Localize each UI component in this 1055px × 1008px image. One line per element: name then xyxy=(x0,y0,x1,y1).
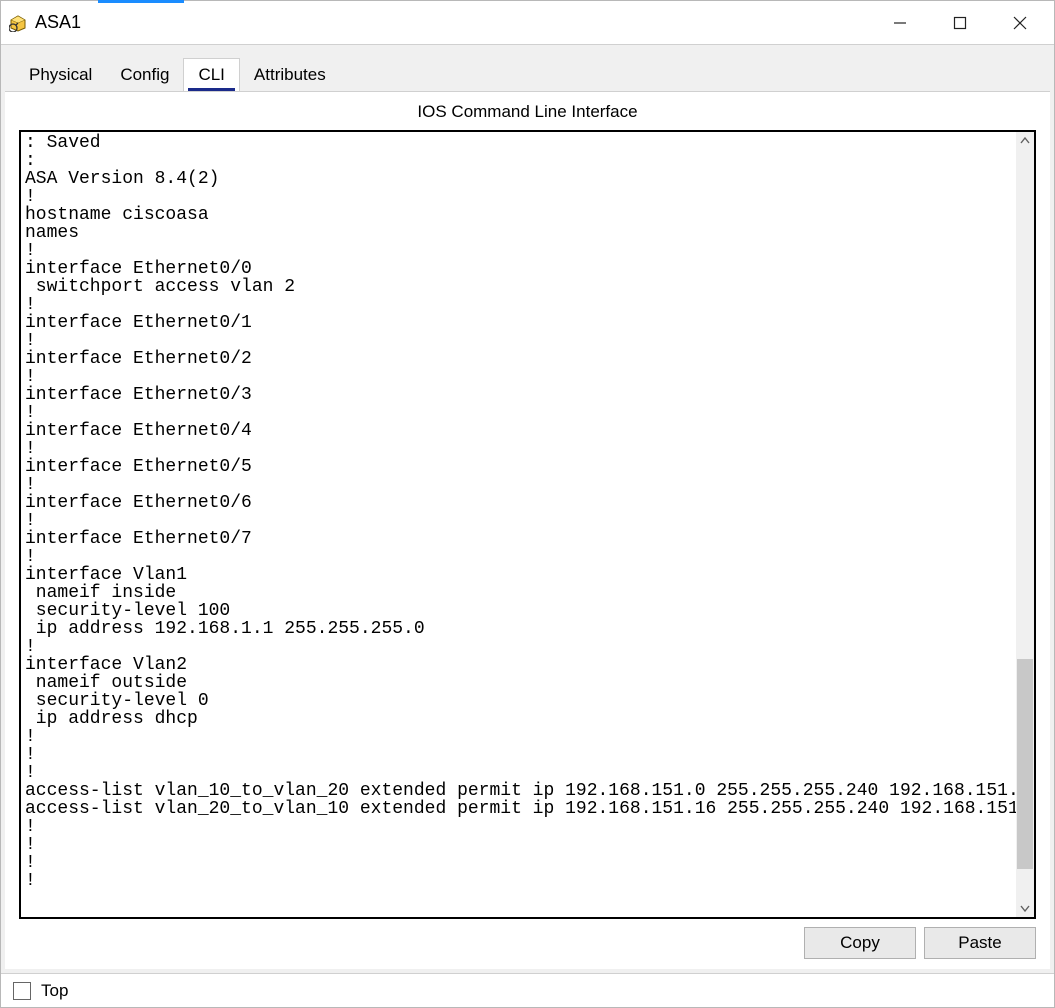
tabs-and-panel: Physical Config CLI Attributes IOS Comma… xyxy=(5,49,1050,969)
app-icon xyxy=(9,14,27,32)
scroll-up-arrow[interactable] xyxy=(1016,132,1034,150)
tab-row: Physical Config CLI Attributes xyxy=(5,49,1050,91)
scrollbar[interactable] xyxy=(1016,132,1034,917)
app-window: ASA1 Physical Config CLI Attributes IOS … xyxy=(0,0,1055,1008)
minimize-button[interactable] xyxy=(870,1,930,45)
button-row: Copy Paste xyxy=(19,919,1036,959)
tab-cli[interactable]: CLI xyxy=(183,58,239,91)
close-button[interactable] xyxy=(990,1,1050,45)
scroll-down-arrow[interactable] xyxy=(1016,899,1034,917)
maximize-button[interactable] xyxy=(930,1,990,45)
window-controls xyxy=(870,1,1050,45)
top-checkbox-label: Top xyxy=(41,981,68,1001)
tab-physical[interactable]: Physical xyxy=(15,59,106,91)
cli-panel: IOS Command Line Interface : Saved : ASA… xyxy=(5,91,1050,969)
copy-button[interactable]: Copy xyxy=(804,927,916,959)
scroll-thumb[interactable] xyxy=(1017,659,1033,869)
content-area: Physical Config CLI Attributes IOS Comma… xyxy=(1,45,1054,973)
panel-header: IOS Command Line Interface xyxy=(19,96,1036,130)
terminal-output[interactable]: : Saved : ASA Version 8.4(2) ! hostname … xyxy=(21,132,1016,917)
titlebar: ASA1 xyxy=(1,1,1054,45)
scroll-track[interactable] xyxy=(1016,150,1034,899)
top-checkbox[interactable] xyxy=(13,982,31,1000)
window-title: ASA1 xyxy=(35,12,870,33)
tab-config[interactable]: Config xyxy=(106,59,183,91)
terminal-container: : Saved : ASA Version 8.4(2) ! hostname … xyxy=(19,130,1036,919)
bottom-bar: Top xyxy=(1,973,1054,1007)
paste-button[interactable]: Paste xyxy=(924,927,1036,959)
tab-attributes[interactable]: Attributes xyxy=(240,59,340,91)
